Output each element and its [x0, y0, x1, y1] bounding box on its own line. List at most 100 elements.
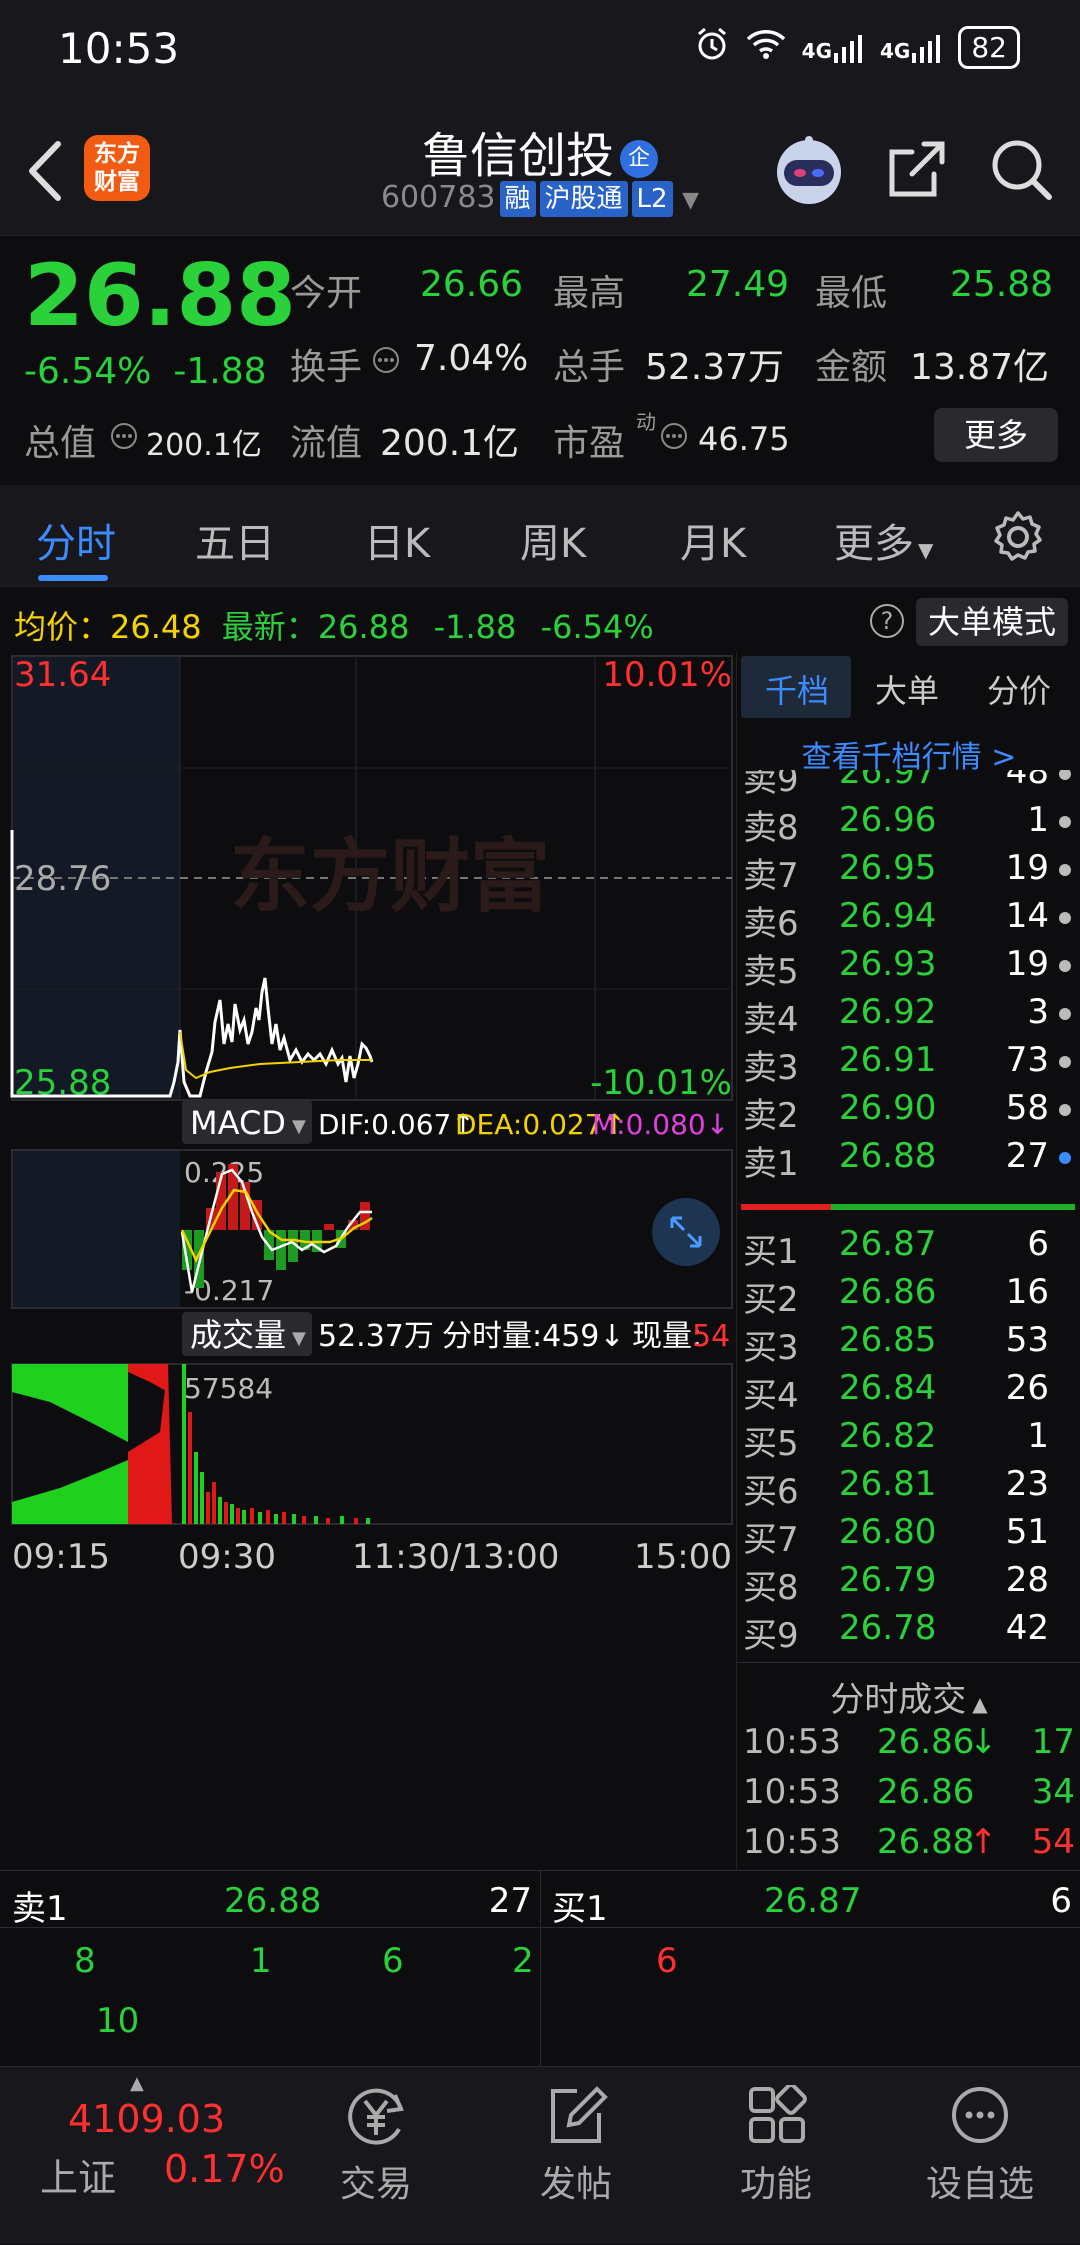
- level-name: 卖4: [743, 1000, 799, 1040]
- latest-change: -1.88: [433, 608, 517, 646]
- share-icon[interactable]: [884, 138, 948, 202]
- level-name: 卖8: [743, 808, 799, 848]
- ob-tab-price[interactable]: 分价: [987, 666, 1051, 712]
- info-icon[interactable]: [660, 422, 688, 454]
- level-qty: 3: [1027, 992, 1049, 1032]
- bid-row[interactable]: 买5 26.82 1: [737, 1416, 1080, 1464]
- ask-row[interactable]: 卖7 26.95 19: [737, 848, 1080, 896]
- ask-row[interactable]: 卖4 26.92 3: [737, 992, 1080, 1040]
- nav-trade[interactable]: 交易: [306, 2085, 446, 2207]
- level-name: 买6: [743, 1472, 799, 1512]
- ask-row[interactable]: 卖2 26.90 58: [737, 1088, 1080, 1136]
- change-percent: -6.54%: [24, 351, 152, 392]
- low-label: 最低: [815, 273, 888, 314]
- latest-percent: -6.54%: [540, 608, 654, 646]
- level-name: 买4: [743, 1376, 799, 1416]
- big-order-mode-button[interactable]: 大单模式: [916, 598, 1068, 646]
- level-qty: 19: [1005, 944, 1049, 984]
- sell1-label: 卖1: [12, 1889, 68, 1929]
- average-price-bar: 均价：26.48 最新：26.88 -1.88 -6.54% ? 大单模式: [0, 590, 1080, 652]
- chart-svg: 东方财富 31.64 28.76 25.88 10.01% -10.01% MA…: [10, 655, 733, 1577]
- avg-summary: 均价：26.48 最新：26.88 -1.88 -6.54%: [14, 602, 654, 648]
- ask-row[interactable]: 卖6 26.94 14: [737, 896, 1080, 944]
- level-price: 26.91: [839, 1040, 937, 1080]
- ob-tab-depth[interactable]: 千档: [765, 666, 829, 712]
- volume-max-label: 57584: [184, 1372, 273, 1405]
- latest-value: 26.88: [317, 608, 410, 646]
- level-qty: 53: [1005, 1320, 1049, 1360]
- float-cap-label: 流值: [290, 423, 363, 464]
- level-price: 26.90: [839, 1088, 937, 1128]
- avg-value: 26.48: [110, 608, 202, 646]
- trades-title[interactable]: 分时成交 ▲: [737, 1672, 1080, 1721]
- level-qty: 14: [1005, 896, 1049, 936]
- info-icon[interactable]: [372, 346, 400, 378]
- level-price: 26.95: [839, 848, 937, 888]
- bid-row[interactable]: 买4 26.84 26: [737, 1368, 1080, 1416]
- ask-row[interactable]: 卖3 26.91 73: [737, 1040, 1080, 1088]
- volume-value: 52.37万: [645, 347, 785, 388]
- ask-row[interactable]: 卖5 26.93 19: [737, 944, 1080, 992]
- ask-row[interactable]: 卖1 26.88 27: [737, 1136, 1080, 1182]
- total-cap-value: 200.1亿: [146, 428, 262, 463]
- level-dot-icon: [1059, 864, 1071, 876]
- nav-trade-label: 交易: [339, 2164, 412, 2205]
- ask-row[interactable]: 卖9 26.97 48: [737, 770, 1080, 800]
- info-icon[interactable]: [110, 422, 138, 454]
- tab-more[interactable]: 更多 ▼: [834, 511, 933, 569]
- bid-row[interactable]: 买2 26.86 16: [737, 1272, 1080, 1320]
- more-button[interactable]: 更多: [934, 408, 1058, 462]
- trade-price: 26.86: [877, 1722, 975, 1762]
- order-book: 千档 大单 分价 查看千档行情 > 卖9 26.97 48 卖8 26.96 1 卖7 26.…: [736, 652, 1080, 1870]
- bid-row[interactable]: 买3 26.85 53: [737, 1320, 1080, 1368]
- search-icon[interactable]: [988, 136, 1054, 202]
- bid-row[interactable]: 买7 26.80 51: [737, 1512, 1080, 1560]
- nav-post[interactable]: 发帖: [506, 2085, 646, 2207]
- level-price: 26.86: [839, 1272, 937, 1312]
- level-price: 26.94: [839, 896, 937, 936]
- intraday-chart[interactable]: 东方财富 31.64 28.76 25.88 10.01% -10.01% MA…: [0, 652, 736, 1870]
- pct-min-label: -10.01%: [590, 1063, 732, 1103]
- ob-tab-large[interactable]: 大单: [875, 666, 939, 712]
- ask-row[interactable]: 卖8 26.96 1: [737, 800, 1080, 848]
- tab-weekly-k[interactable]: 周K: [520, 511, 586, 569]
- tab-intraday[interactable]: 分时: [36, 511, 116, 569]
- nav-post-label: 发帖: [539, 2164, 612, 2205]
- expand-button[interactable]: [652, 1198, 720, 1266]
- level-qty: 16: [1005, 1272, 1049, 1312]
- bid-row[interactable]: 买8 26.79 28: [737, 1560, 1080, 1608]
- volume-label: 总手: [553, 347, 626, 388]
- caret-down-icon: ▼: [292, 1328, 306, 1349]
- bottom-nav: ▲ 4109.03 上证 0.17% 交易 发帖 功能 设自选: [0, 2066, 1080, 2244]
- network-type: 4G: [880, 38, 911, 63]
- tab-monthly-k[interactable]: 月K: [680, 511, 746, 569]
- level-dot-icon: [1059, 1104, 1071, 1116]
- stock-header: 东方财富 鲁信创投企 600783 融沪股通 L2 ▼: [0, 100, 1080, 235]
- level-qty: 19: [1005, 848, 1049, 888]
- tab-five-day[interactable]: 五日: [195, 511, 275, 569]
- status-icons: 4G 4G 82: [694, 26, 1020, 69]
- tab-daily-k[interactable]: 日K: [364, 511, 430, 569]
- level-dot-icon: [1059, 770, 1071, 780]
- nav-add-watchlist[interactable]: 设自选: [910, 2085, 1050, 2207]
- robot-assistant-icon[interactable]: [770, 130, 848, 208]
- divider: [540, 1871, 541, 2067]
- avg-label: 均价：: [14, 608, 111, 646]
- pe-value: 46.75: [698, 420, 790, 458]
- bid-row[interactable]: 买1 26.87 6: [737, 1224, 1080, 1272]
- settings-gear-icon[interactable]: [990, 509, 1046, 565]
- nav-functions[interactable]: 功能: [706, 2085, 846, 2207]
- macd-pre-shade: [12, 1150, 180, 1308]
- level-name: 买2: [743, 1280, 799, 1320]
- buy1-price: 26.87: [764, 1881, 862, 1921]
- index-ticker[interactable]: ▲ 4109.03 上证 0.17%: [0, 2067, 300, 2245]
- active-tab-indicator: [38, 575, 108, 581]
- help-icon[interactable]: ?: [870, 604, 904, 638]
- y-max-label: 31.64: [14, 655, 111, 695]
- bid-row[interactable]: 买9 26.78 42: [737, 1608, 1080, 1656]
- volume-tick: 分时量:459↓: [442, 1319, 625, 1354]
- bid-row[interactable]: 买6 26.81 23: [737, 1464, 1080, 1512]
- macd-m: M:0.080↓: [592, 1108, 729, 1141]
- divider: [0, 1927, 1080, 1928]
- alarm-icon: [694, 26, 730, 69]
